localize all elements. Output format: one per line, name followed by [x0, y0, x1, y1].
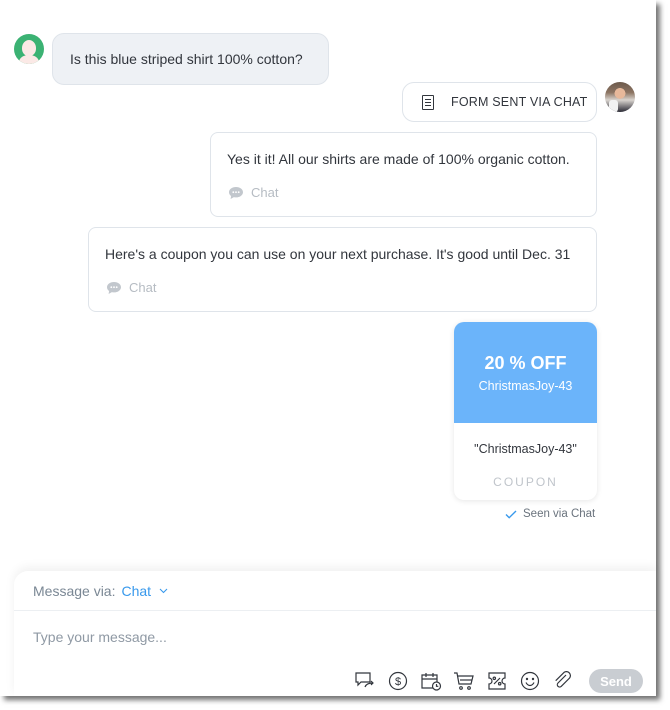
- coupon-icon[interactable]: [486, 670, 508, 692]
- cart-icon[interactable]: [453, 670, 475, 692]
- customer-message-bubble: Is this blue striped shirt 100% cotton?: [52, 33, 329, 85]
- agent-message-text: Here's a coupon you can use on your next…: [105, 246, 571, 262]
- agent-message-bubble: Yes it it! All our shirts are made of 10…: [210, 132, 597, 217]
- seen-status-text: Seen via Chat: [523, 508, 596, 520]
- schedule-booking-icon[interactable]: [420, 670, 442, 692]
- coupon-card[interactable]: 20 % OFF ChristmasJoy-43 "ChristmasJoy-4…: [454, 322, 597, 500]
- message-composer: Message via: Chat $: [14, 571, 656, 696]
- form-sent-label: FORM SENT VIA CHAT: [451, 95, 588, 109]
- chevron-down-icon: [159, 588, 168, 593]
- channel-dropdown-value: Chat: [121, 582, 152, 599]
- coupon-header: 20 % OFF ChristmasJoy-43: [454, 322, 597, 423]
- chat-window: Is this blue striped shirt 100% cotton? …: [0, 0, 656, 696]
- composer-toolbar: $ Send: [354, 669, 643, 693]
- seen-status: Seen via Chat: [505, 508, 595, 520]
- attachment-icon[interactable]: [552, 670, 574, 692]
- message-via-label: Message via:: [33, 582, 116, 599]
- emoji-icon[interactable]: [519, 670, 541, 692]
- forward-chat-icon[interactable]: [354, 670, 376, 692]
- svg-text:$: $: [395, 676, 401, 688]
- message-input[interactable]: [33, 629, 633, 645]
- coupon-code-header: ChristmasJoy-43: [478, 379, 573, 393]
- chat-bubble-icon: [107, 281, 121, 294]
- coupon-discount: 20 % OFF: [484, 353, 567, 373]
- document-icon: [422, 94, 434, 110]
- channel-label: Chat: [129, 280, 157, 295]
- message-channel: Chat: [229, 185, 278, 200]
- channel-label: Chat: [251, 185, 279, 200]
- coupon-type-label: COUPON: [493, 475, 558, 489]
- channel-selector-row: Message via: Chat: [14, 571, 656, 611]
- customer-avatar-icon: [14, 34, 44, 64]
- agent-avatar: [605, 82, 635, 112]
- payment-request-icon[interactable]: $: [387, 670, 409, 692]
- coupon-code: "ChristmasJoy-43": [474, 442, 577, 456]
- form-sent-event[interactable]: FORM SENT VIA CHAT: [402, 82, 597, 122]
- customer-message-text: Is this blue striped shirt 100% cotton?: [70, 51, 303, 67]
- send-button[interactable]: Send: [589, 669, 643, 693]
- checkmark-icon: [505, 510, 517, 519]
- agent-message-bubble: Here's a coupon you can use on your next…: [88, 227, 597, 312]
- channel-dropdown[interactable]: Chat: [121, 583, 168, 599]
- chat-bubble-icon: [229, 186, 243, 199]
- agent-message-text: Yes it it! All our shirts are made of 10…: [227, 151, 570, 167]
- message-channel: Chat: [107, 280, 156, 295]
